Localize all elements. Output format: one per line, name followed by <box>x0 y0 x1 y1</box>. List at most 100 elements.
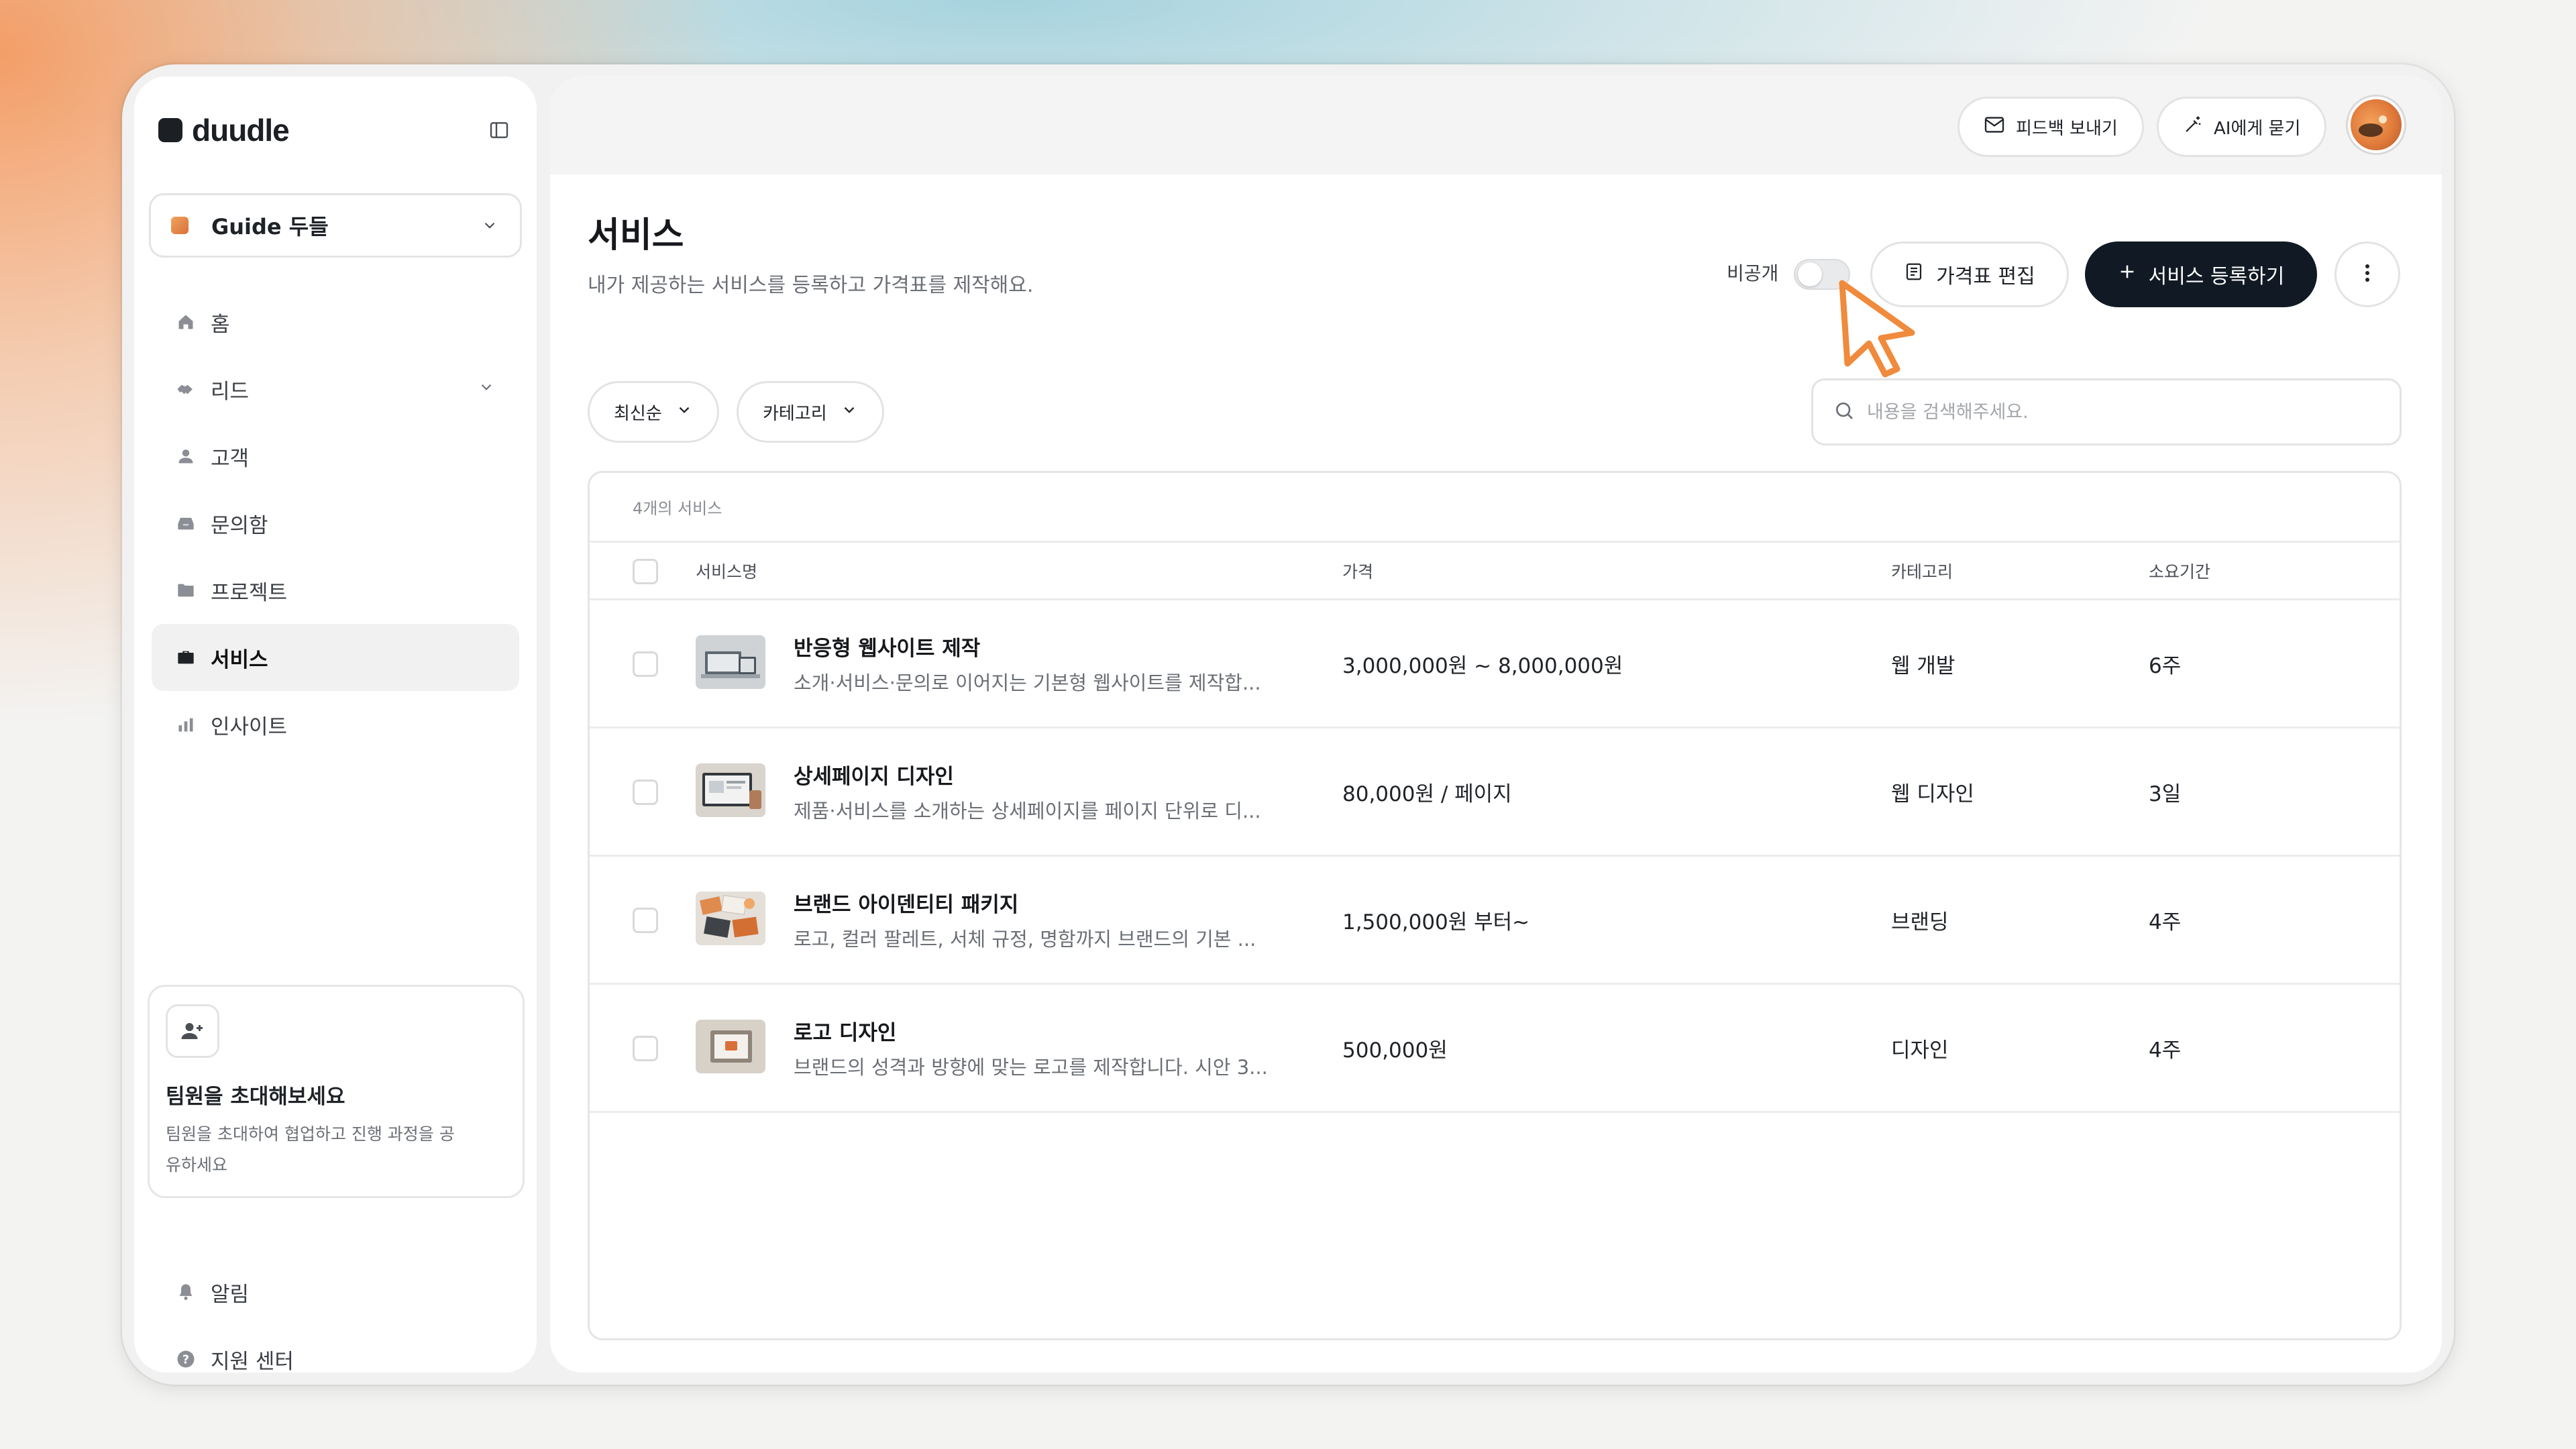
header-price: 가격 <box>1342 561 1374 582</box>
category-label: 카테고리 <box>763 403 827 424</box>
service-description: 로고, 컬러 팔레트, 서체 규정, 명함까지 브랜드의 기본 ... <box>794 928 1256 951</box>
service-thumbnail <box>696 635 765 689</box>
user-icon <box>176 446 196 466</box>
search-icon <box>1833 400 1855 424</box>
sidebar-item-label: 고객 <box>211 446 250 471</box>
service-category: 웹 개발 <box>1891 654 1955 678</box>
sidebar-item-customers[interactable]: 고객 <box>152 423 519 490</box>
private-toggle-label: 비공개 <box>1727 262 1779 284</box>
service-price: 1,500,000원 부터~ <box>1342 910 1530 934</box>
workspace-selector[interactable]: Guide 두들 <box>149 193 522 258</box>
sidebar-item-leads[interactable]: 리드 <box>152 356 519 423</box>
svg-text:?: ? <box>182 1353 189 1366</box>
sidebar: duudle Guide 두들 홈 리드 고객 문의함 프로젝트 서비스 인사이… <box>134 76 537 1374</box>
toggle-knob <box>1798 262 1822 286</box>
service-count: 4개의 서비스 <box>590 473 2400 543</box>
service-duration: 4주 <box>2149 1038 2182 1063</box>
magic-wand-icon <box>2183 115 2203 140</box>
service-name: 상세페이지 디자인 <box>794 765 954 789</box>
service-price: 500,000원 <box>1342 1038 1448 1063</box>
sort-dropdown[interactable]: 최신순 <box>588 381 719 443</box>
page-title: 서비스 <box>588 215 684 256</box>
sidebar-toggle-icon[interactable] <box>479 110 519 150</box>
more-vertical-icon <box>2364 263 2371 286</box>
search-input[interactable] <box>1867 401 2377 423</box>
top-bar: 피드백 보내기 AI에게 묻기 <box>550 76 2442 174</box>
briefcase-icon <box>176 647 196 667</box>
page-subtitle: 내가 제공하는 서비스를 등록하고 가격표를 제작해요. <box>588 274 1034 297</box>
sidebar-item-home[interactable]: 홈 <box>152 288 519 356</box>
add-service-button[interactable]: 서비스 등록하기 <box>2085 241 2317 307</box>
row-checkbox[interactable] <box>633 651 658 677</box>
ask-ai-button[interactable]: AI에게 묻기 <box>2157 97 2327 157</box>
table-row[interactable]: 상세페이지 디자인 제품·서비스를 소개하는 상세페이지를 페이지 단위로 디.… <box>590 729 2400 857</box>
chevron-down-icon <box>480 215 500 235</box>
sidebar-item-services[interactable]: 서비스 <box>152 624 519 691</box>
service-description: 제품·서비스를 소개하는 상세페이지를 페이지 단위로 디... <box>794 800 1261 822</box>
table-row[interactable]: 반응형 웹사이트 제작 소개·서비스·문의로 이어지는 기본형 웹사이트를 제작… <box>590 600 2400 729</box>
category-dropdown[interactable]: 카테고리 <box>737 381 884 443</box>
sidebar-item-label: 알림 <box>211 1282 250 1307</box>
select-all-checkbox[interactable] <box>633 559 658 584</box>
service-name: 반응형 웹사이트 제작 <box>794 637 981 661</box>
ask-ai-label: AI에게 묻기 <box>2214 118 2301 139</box>
invite-card[interactable]: 팀원을 초대해보세요 팀원을 초대하여 협업하고 진행 과정을 공유하세요 <box>148 985 525 1198</box>
service-category: 웹 디자인 <box>1891 782 1974 806</box>
service-thumbnail <box>696 763 765 817</box>
sidebar-item-notifications[interactable]: 알림 <box>152 1258 519 1326</box>
invite-title: 팀원을 초대해보세요 <box>166 1085 345 1109</box>
brand-name: duudle <box>192 113 290 148</box>
search-box[interactable] <box>1811 378 2402 445</box>
workspace-name: Guide 두들 <box>211 214 329 239</box>
main-panel: 피드백 보내기 AI에게 묻기 서비스 내가 제공하는 서비스를 등록하고 가격… <box>550 76 2442 1373</box>
sidebar-item-label: 서비스 <box>211 647 268 672</box>
service-name: 로고 디자인 <box>794 1021 897 1045</box>
chevron-down-icon <box>841 401 858 423</box>
row-checkbox[interactable] <box>633 908 658 933</box>
workspace-icon <box>171 217 189 234</box>
sidebar-nav: 홈 리드 고객 문의함 프로젝트 서비스 인사이트 <box>152 288 519 758</box>
row-checkbox[interactable] <box>633 780 658 805</box>
sidebar-item-inbox[interactable]: 문의함 <box>152 490 519 557</box>
header-service-name: 서비스명 <box>696 561 758 582</box>
table-row[interactable]: 로고 디자인 브랜드의 성격과 방향에 맞는 로고를 제작합니다. 시안 3..… <box>590 985 2400 1113</box>
logo-mark-icon <box>158 118 182 142</box>
sidebar-item-projects[interactable]: 프로젝트 <box>152 557 519 624</box>
help-icon: ? <box>176 1349 196 1369</box>
service-duration: 4주 <box>2149 910 2182 934</box>
sidebar-item-label: 리드 <box>211 379 250 404</box>
row-checkbox[interactable] <box>633 1036 658 1061</box>
add-service-label: 서비스 등록하기 <box>2148 265 2285 288</box>
service-category: 브랜딩 <box>1891 910 1949 934</box>
brand-logo[interactable]: duudle <box>158 103 290 157</box>
feedback-label: 피드백 보내기 <box>2016 118 2118 139</box>
service-duration: 3일 <box>2149 782 2182 806</box>
sidebar-bottom-nav: 알림 ? 지원 센터 <box>152 1258 519 1393</box>
add-user-icon <box>166 1004 219 1058</box>
service-category: 디자인 <box>1891 1038 1949 1063</box>
handshake-icon <box>176 379 196 399</box>
mail-icon <box>1984 116 2005 138</box>
more-options-button[interactable] <box>2334 241 2400 307</box>
service-description: 소개·서비스·문의로 이어지는 기본형 웹사이트를 제작합... <box>794 672 1261 694</box>
bar-chart-icon <box>176 714 196 735</box>
sort-label: 최신순 <box>614 403 662 424</box>
table-row[interactable]: 브랜드 아이덴티티 패키지 로고, 컬러 팔레트, 서체 규정, 명함까지 브랜… <box>590 857 2400 985</box>
sidebar-item-label: 지원 센터 <box>211 1349 294 1374</box>
plus-icon <box>2118 262 2137 286</box>
sidebar-item-support[interactable]: ? 지원 센터 <box>152 1326 519 1393</box>
table-header: 서비스명 가격 카테고리 소요기간 <box>590 543 2400 600</box>
user-avatar[interactable] <box>2348 97 2404 153</box>
invite-description: 팀원을 초대하여 협업하고 진행 과정을 공유하세요 <box>166 1124 455 1175</box>
service-description: 브랜드의 성격과 방향에 맞는 로고를 제작합니다. 시안 3... <box>794 1056 1268 1079</box>
home-icon <box>176 312 196 332</box>
header-duration: 소요기간 <box>2149 561 2211 582</box>
sidebar-item-label: 문의함 <box>211 513 268 538</box>
sidebar-item-label: 홈 <box>211 312 230 337</box>
service-price: 80,000원 / 페이지 <box>1342 782 1512 806</box>
service-price: 3,000,000원 ~ 8,000,000원 <box>1342 654 1623 678</box>
feedback-button[interactable]: 피드백 보내기 <box>1957 97 2144 157</box>
sidebar-item-insights[interactable]: 인사이트 <box>152 691 519 758</box>
chevron-down-icon <box>478 377 495 401</box>
chevron-down-icon <box>676 401 693 423</box>
